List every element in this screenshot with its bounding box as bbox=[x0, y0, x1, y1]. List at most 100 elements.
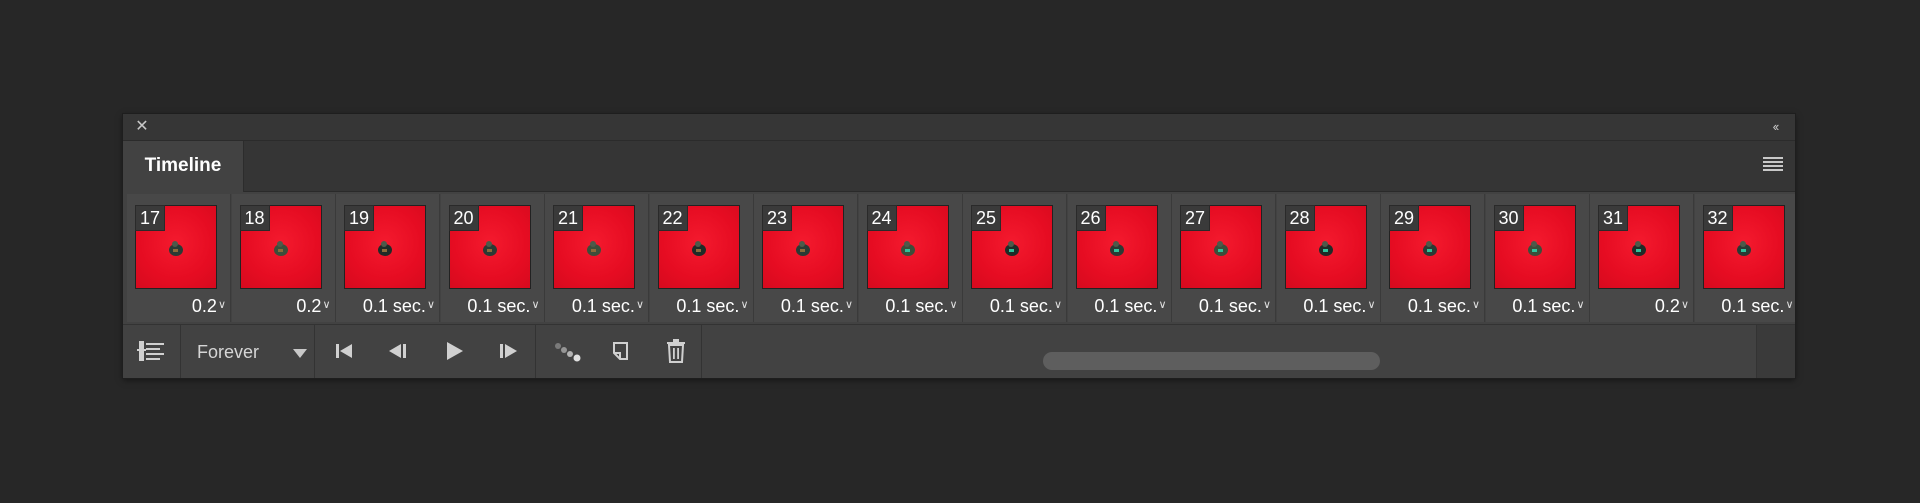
frame-delay-select[interactable]: 0.1 sec.∨ bbox=[1721, 294, 1793, 317]
frame-sprite bbox=[169, 241, 183, 256]
frame-delay-select[interactable]: 0.2∨ bbox=[192, 294, 226, 317]
frame-delay-value: 0.1 sec. bbox=[1303, 296, 1367, 316]
frame-delay-select[interactable]: 0.1 sec.∨ bbox=[1199, 294, 1271, 317]
frame-thumbnail: 18 bbox=[239, 205, 322, 289]
animation-frame[interactable]: 27 0.1 sec.∨ bbox=[1172, 194, 1276, 322]
delete-frame-icon[interactable] bbox=[659, 333, 693, 369]
chevron-down-icon: ∨ bbox=[1053, 299, 1062, 311]
animation-frame[interactable]: 23 0.1 sec.∨ bbox=[754, 194, 858, 322]
frame-number: 31 bbox=[1598, 205, 1629, 231]
frame-sprite bbox=[1318, 241, 1333, 256]
frame-delay-value: 0.1 sec. bbox=[1721, 296, 1785, 316]
frame-delay-select[interactable]: 0.1 sec.∨ bbox=[781, 294, 853, 317]
animation-frame[interactable]: 26 0.1 sec.∨ bbox=[1067, 194, 1172, 322]
frame-sprite bbox=[482, 241, 497, 256]
frame-delay-select[interactable]: 0.1 sec.∨ bbox=[885, 294, 957, 317]
frame-sprite bbox=[691, 241, 706, 256]
tab-timeline[interactable]: Timeline bbox=[123, 141, 244, 192]
animation-frame[interactable]: 21 0.1 sec.∨ bbox=[545, 194, 649, 322]
animation-frame[interactable]: 18 0.2∨ bbox=[231, 194, 336, 322]
frame-thumbnail: 28 bbox=[1284, 205, 1367, 289]
frame-delay-select[interactable]: 0.1 sec.∨ bbox=[467, 294, 539, 317]
duplicate-frame-icon[interactable] bbox=[605, 333, 639, 369]
frame-thumbnail: 24 bbox=[866, 205, 949, 289]
frame-number: 20 bbox=[448, 205, 479, 231]
frame-delay-select[interactable]: 0.1 sec.∨ bbox=[1512, 294, 1584, 317]
animation-frame[interactable]: 28 0.1 sec.∨ bbox=[1276, 194, 1381, 322]
chevron-down-icon: ∨ bbox=[1785, 299, 1794, 311]
animation-frame[interactable]: 20 0.1 sec.∨ bbox=[440, 194, 545, 322]
frame-delay-value: 0.1 sec. bbox=[1094, 296, 1158, 316]
chevron-down-icon: ∨ bbox=[1680, 299, 1689, 311]
panel-titlebar: ✕ ‹‹ bbox=[123, 114, 1795, 141]
frame-delay-select[interactable]: 0.1 sec.∨ bbox=[572, 294, 644, 317]
frame-thumbnail: 26 bbox=[1075, 205, 1158, 289]
animation-frame[interactable]: 32 0.1 sec.∨ bbox=[1694, 194, 1795, 322]
toolbar-divider bbox=[535, 325, 536, 378]
frame-sprite bbox=[900, 241, 915, 256]
frame-delay-value: 0.2 bbox=[296, 296, 322, 316]
chevron-down-icon: ∨ bbox=[740, 299, 749, 311]
animation-frame[interactable]: 29 0.1 sec.∨ bbox=[1381, 194, 1485, 322]
frame-sprite bbox=[378, 241, 392, 256]
frame-delay-select[interactable]: 0.1 sec.∨ bbox=[1094, 294, 1166, 317]
frame-delay-select[interactable]: 0.1 sec.∨ bbox=[363, 294, 435, 317]
horizontal-scrollbar-thumb[interactable] bbox=[1043, 352, 1380, 370]
animation-frame[interactable]: 17 0.2∨ bbox=[127, 194, 231, 322]
frame-number: 26 bbox=[1075, 205, 1106, 231]
chevron-down-icon bbox=[293, 349, 307, 358]
frame-number: 27 bbox=[1180, 205, 1211, 231]
loop-options-select[interactable]: Forever bbox=[181, 325, 313, 378]
frame-thumbnail: 29 bbox=[1389, 205, 1471, 289]
first-frame-icon[interactable] bbox=[329, 333, 359, 369]
convert-to-video-timeline-icon[interactable] bbox=[135, 333, 169, 369]
frame-delay-value: 0.1 sec. bbox=[1512, 296, 1576, 316]
frame-sprite bbox=[1632, 241, 1646, 256]
frame-delay-select[interactable]: 0.2∨ bbox=[296, 294, 330, 317]
frame-thumbnail: 20 bbox=[448, 205, 531, 289]
frame-thumbnail: 25 bbox=[971, 205, 1053, 289]
previous-frame-icon[interactable] bbox=[383, 333, 413, 369]
frame-delay-value: 0.2 bbox=[1654, 296, 1680, 316]
tween-icon[interactable] bbox=[550, 333, 584, 369]
frame-sprite bbox=[1527, 241, 1542, 256]
frame-sprite bbox=[587, 241, 601, 256]
animation-frame[interactable]: 22 0.1 sec.∨ bbox=[649, 194, 754, 322]
collapse-panel-icon[interactable]: ‹‹ bbox=[1765, 117, 1785, 137]
frame-number: 24 bbox=[866, 205, 897, 231]
animation-frame[interactable]: 25 0.1 sec.∨ bbox=[963, 194, 1067, 322]
frame-sprite bbox=[1214, 241, 1228, 256]
animation-frame[interactable]: 24 0.1 sec.∨ bbox=[858, 194, 963, 322]
frame-thumbnail: 30 bbox=[1493, 205, 1576, 289]
frame-delay-value: 0.1 sec. bbox=[885, 296, 949, 316]
animation-frame[interactable]: 19 0.1 sec.∨ bbox=[336, 194, 440, 322]
animation-frame[interactable]: 31 0.2∨ bbox=[1590, 194, 1694, 322]
frame-delay-value: 0.1 sec. bbox=[571, 296, 635, 316]
chevron-down-icon: ∨ bbox=[1158, 299, 1167, 311]
frame-delay-select[interactable]: 0.1 sec.∨ bbox=[990, 294, 1062, 317]
animation-frame[interactable]: 30 0.1 sec.∨ bbox=[1485, 194, 1590, 322]
frame-number: 25 bbox=[971, 205, 1002, 231]
play-icon[interactable] bbox=[439, 333, 469, 369]
chevron-down-icon: ∨ bbox=[1576, 299, 1585, 311]
frame-delay-select[interactable]: 0.1 sec.∨ bbox=[676, 294, 748, 317]
toolbar-corner bbox=[1756, 325, 1795, 378]
chevron-down-icon: ∨ bbox=[322, 299, 331, 311]
frame-delay-select[interactable]: 0.1 sec.∨ bbox=[1408, 294, 1480, 317]
frame-delay-select[interactable]: 0.2∨ bbox=[1655, 294, 1689, 317]
chevron-down-icon: ∨ bbox=[844, 299, 853, 311]
hamburger-menu-icon[interactable] bbox=[1763, 157, 1783, 175]
chevron-down-icon: ∨ bbox=[949, 299, 958, 311]
chevron-down-icon: ∨ bbox=[531, 299, 540, 311]
frame-delay-value: 0.1 sec. bbox=[1198, 296, 1262, 316]
panel-tabbar: Timeline bbox=[123, 141, 1795, 192]
loop-options-value: Forever bbox=[197, 342, 260, 362]
frame-delay-value: 0.1 sec. bbox=[362, 296, 426, 316]
chevron-down-icon: ∨ bbox=[217, 299, 226, 311]
close-icon[interactable]: ✕ bbox=[132, 117, 152, 137]
next-frame-icon[interactable] bbox=[493, 333, 523, 369]
timeline-toolbar: Forever bbox=[123, 324, 1795, 378]
frame-delay-select[interactable]: 0.1 sec.∨ bbox=[1303, 294, 1375, 317]
toolbar-divider bbox=[701, 325, 702, 378]
frame-sprite bbox=[1423, 241, 1437, 256]
